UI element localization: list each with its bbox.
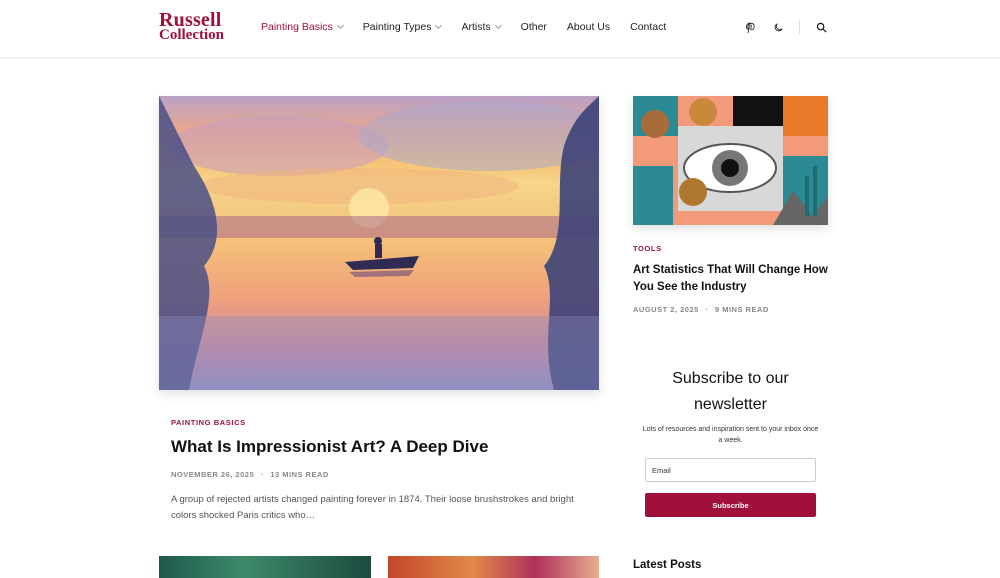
sidebar-post-title[interactable]: Art Statistics That Will Change How You …	[633, 262, 833, 296]
chevron-down-icon	[494, 21, 502, 30]
chevron-down-icon	[435, 21, 443, 30]
logo-line-1: Russell	[159, 9, 222, 31]
sidebar-post-meta: August 2, 2025 · 9 Mins Read	[633, 305, 769, 314]
post-date: August 2, 2025	[633, 305, 699, 314]
read-time: 13 Mins Read	[270, 470, 329, 479]
nav-label: About Us	[566, 21, 611, 33]
nav-label: Painting Basics	[261, 21, 333, 33]
nav-item-painting-types[interactable]: Painting Types	[362, 21, 443, 33]
nav-label: Other	[520, 21, 547, 33]
dark-mode-moon-icon[interactable]	[771, 20, 785, 34]
subscribe-button[interactable]: Subscribe	[645, 493, 816, 517]
read-time: 9 Mins Read	[714, 305, 769, 314]
post-thumbnail-right[interactable]	[388, 556, 599, 578]
logo-line-2: Collection	[159, 27, 224, 43]
nav-label: Contact	[630, 21, 667, 33]
newsletter-subtitle: Lots of resources and inspiration sent t…	[642, 426, 819, 444]
featured-post-category[interactable]: Painting Basics	[171, 418, 246, 427]
main-nav: Painting Basics Painting Types Artists O…	[261, 21, 686, 33]
nav-item-contact[interactable]: Contact	[630, 21, 666, 33]
newsletter-email-input[interactable]	[645, 458, 816, 482]
sidebar-post-image[interactable]	[633, 96, 828, 225]
meta-separator: ·	[705, 305, 709, 314]
header-divider	[799, 20, 800, 34]
post-thumbnail-left[interactable]	[159, 556, 371, 578]
nav-item-about-us[interactable]: About Us	[567, 21, 610, 33]
search-icon[interactable]	[814, 20, 828, 34]
nav-item-painting-basics[interactable]: Painting Basics	[261, 21, 344, 33]
site-logo[interactable]: Russell Collection	[159, 9, 224, 43]
nav-item-other[interactable]: Other	[521, 21, 547, 33]
nav-label: Painting Types	[362, 21, 432, 33]
latest-posts-heading: Latest Posts	[633, 559, 702, 571]
newsletter-title: Subscribe to our newsletter	[672, 370, 789, 413]
featured-post-title[interactable]: What Is Impressionist Art? A Deep Dive	[171, 437, 488, 457]
header-icons	[743, 20, 828, 34]
featured-post-image[interactable]	[159, 96, 599, 390]
sidebar-post-category[interactable]: Tools	[633, 244, 662, 253]
featured-post-meta: November 26, 2025 · 13 Mins Read	[171, 470, 329, 479]
meta-separator: ·	[260, 470, 264, 479]
post-date: November 26, 2025	[171, 470, 255, 479]
nav-label: Artists	[461, 21, 491, 33]
site-header: Russell Collection Painting Basics Paint…	[0, 0, 1000, 58]
nav-item-artists[interactable]: Artists	[461, 21, 502, 33]
chevron-down-icon	[336, 21, 344, 30]
pinterest-icon[interactable]	[743, 20, 757, 34]
featured-post-excerpt: A group of rejected artists changed pain…	[171, 494, 574, 521]
